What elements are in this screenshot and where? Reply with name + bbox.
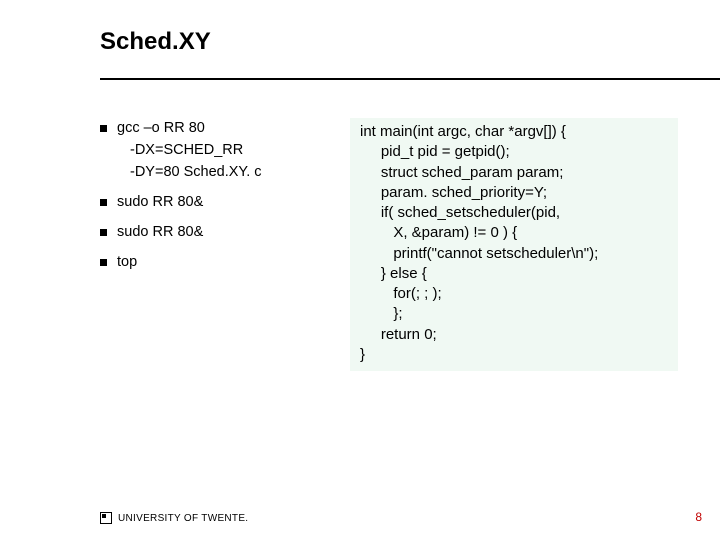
bullet-text: sudo RR 80& [117, 194, 203, 210]
code-line: if( sched_setscheduler(pid, [360, 203, 668, 223]
bullet-item: sudo RR 80& [100, 224, 330, 240]
bullet-square-icon [100, 125, 107, 132]
slide-title: Sched.XY [100, 28, 211, 56]
code-line: } [360, 345, 668, 365]
code-line: } else { [360, 264, 668, 284]
code-line: pid_t pid = getpid(); [360, 142, 668, 162]
sub-bullet-text: -DX=SCHED_RR [130, 142, 330, 158]
bullet-item: top [100, 254, 330, 270]
sub-bullet-text: -DY=80 Sched.XY. c [130, 164, 330, 180]
code-line: printf("cannot setscheduler\n"); [360, 244, 668, 264]
code-line: }; [360, 304, 668, 324]
footer: UNIVERSITY OF TWENTE. [100, 512, 248, 524]
bullet-item: sudo RR 80& [100, 194, 330, 210]
left-column: gcc –o RR 80 -DX=SCHED_RR -DY=80 Sched.X… [100, 120, 330, 276]
title-underline [100, 78, 720, 80]
slide: Sched.XY gcc –o RR 80 -DX=SCHED_RR -DY=8… [0, 0, 720, 540]
code-line: for(; ; ); [360, 284, 668, 304]
page-number: 8 [695, 510, 702, 524]
footer-text: UNIVERSITY OF TWENTE. [118, 513, 248, 524]
university-logo-icon [100, 512, 112, 524]
code-line: param. sched_priority=Y; [360, 183, 668, 203]
bullet-text: gcc –o RR 80 [117, 120, 205, 136]
code-line: return 0; [360, 325, 668, 345]
bullet-square-icon [100, 199, 107, 206]
code-line: int main(int argc, char *argv[]) { [360, 122, 668, 142]
bullet-item: gcc –o RR 80 [100, 120, 330, 136]
bullet-square-icon [100, 259, 107, 266]
bullet-text: sudo RR 80& [117, 224, 203, 240]
code-line: X, &param) != 0 ) { [360, 223, 668, 243]
bullet-square-icon [100, 229, 107, 236]
code-line: struct sched_param param; [360, 163, 668, 183]
bullet-text: top [117, 254, 137, 270]
code-box: int main(int argc, char *argv[]) { pid_t… [350, 118, 678, 371]
